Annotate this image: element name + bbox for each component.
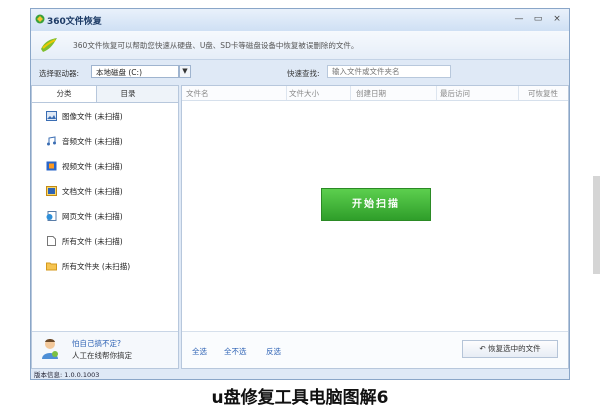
image-icon	[46, 111, 57, 121]
sidebar-item-label: 音频文件 (未扫描)	[62, 137, 123, 146]
info-banner: 360文件恢复可以帮助您快速从硬盘、U盘、SD卡等磁盘设备中恢复被误删除的文件。	[31, 31, 569, 60]
restore-selected-button[interactable]: ↶ 恢复选中的文件	[462, 340, 558, 358]
action-bar: 全选 全不选 反选 ↶ 恢复选中的文件	[182, 331, 568, 368]
file-list-panel: 文件名 文件大小 创建日期 最后访问 可恢复性 开始扫描 全选 全不选 反选 ↶…	[181, 85, 569, 369]
drive-select[interactable]: 本地磁盘 (C:)	[91, 65, 179, 78]
column-header: 文件名 文件大小 创建日期 最后访问 可恢复性	[182, 86, 568, 101]
column-filesize[interactable]: 文件大小	[289, 88, 319, 99]
webpage-icon	[46, 211, 57, 221]
page-scrollbar[interactable]	[593, 176, 600, 274]
video-icon	[46, 161, 57, 171]
column-divider	[518, 86, 519, 100]
start-scan-button[interactable]: 开始扫描	[321, 188, 431, 221]
drive-label: 选择驱动器:	[39, 69, 80, 78]
drive-select-value: 本地磁盘 (C:)	[96, 68, 142, 77]
sidebar-item-label: 图像文件 (未扫描)	[62, 112, 123, 121]
sidebar-item-label: 所有文件 (未扫描)	[62, 237, 123, 246]
sidebar-item-label: 文档文件 (未扫描)	[62, 187, 123, 196]
banner-text: 360文件恢复可以帮助您快速从硬盘、U盘、SD卡等磁盘设备中恢复被误删除的文件。	[73, 41, 359, 50]
invert-selection-link[interactable]: 反选	[266, 346, 281, 357]
status-bar: 版本信息: 1.0.0.1003	[31, 369, 569, 379]
search-label: 快速查找:	[287, 69, 320, 78]
sidebar-tabs: 分类 目录	[32, 86, 178, 103]
minimize-button[interactable]: —	[509, 13, 529, 27]
recover-logo-icon	[41, 38, 57, 52]
column-divider	[350, 86, 351, 100]
maximize-button[interactable]: ▭	[528, 13, 548, 27]
app-window: 360文件恢复 — ▭ × 360文件恢复可以帮助您快速从硬盘、U盘、SD卡等磁…	[30, 8, 570, 380]
sidebar-item-label: 网页文件 (未扫描)	[62, 212, 123, 221]
sidebar-item-label: 视频文件 (未扫描)	[62, 162, 123, 171]
close-button[interactable]: ×	[547, 13, 567, 27]
help-panel[interactable]: 怕自己搞不定? 人工在线帮你搞定	[32, 331, 178, 368]
column-divider	[436, 86, 437, 100]
music-icon	[47, 136, 56, 146]
column-divider	[286, 86, 287, 100]
tab-category[interactable]: 分类	[32, 86, 97, 102]
select-all-link[interactable]: 全选	[192, 346, 207, 357]
folder-icon	[46, 262, 57, 271]
app-logo-icon	[35, 14, 45, 24]
search-input[interactable]	[327, 65, 451, 78]
column-created[interactable]: 创建日期	[356, 88, 386, 99]
sidebar-item-label: 所有文件夹 (未扫描)	[62, 262, 131, 271]
title-bar: 360文件恢复 — ▭ ×	[31, 9, 569, 31]
support-person-icon	[42, 339, 58, 359]
chevron-down-icon[interactable]: ▼	[179, 65, 191, 78]
column-last-access[interactable]: 最后访问	[440, 88, 470, 99]
help-link[interactable]: 怕自己搞不定?	[72, 338, 121, 349]
document-icon	[46, 186, 57, 196]
image-caption: u盘修复工具电脑图解6	[211, 388, 389, 408]
category-sidebar: 分类 目录 图像文件 (未扫描) 音频文件 (未扫描) 视频文件 (未扫描) 文…	[31, 85, 179, 369]
column-filename[interactable]: 文件名	[186, 88, 209, 99]
restore-arrow-icon: ↶	[479, 344, 489, 353]
file-icon	[47, 236, 56, 246]
tab-directory[interactable]: 目录	[96, 86, 160, 102]
column-recoverability[interactable]: 可恢复性	[528, 88, 558, 99]
restore-label: 恢复选中的文件	[488, 344, 541, 353]
drive-toolbar: 选择驱动器: 本地磁盘 (C:) ▼ 快速查找:	[31, 61, 569, 83]
window-title: 360文件恢复	[47, 17, 102, 27]
help-text: 人工在线帮你搞定	[72, 351, 132, 360]
select-none-link[interactable]: 全不选	[224, 346, 247, 357]
version-info: 版本信息: 1.0.0.1003	[34, 371, 100, 379]
